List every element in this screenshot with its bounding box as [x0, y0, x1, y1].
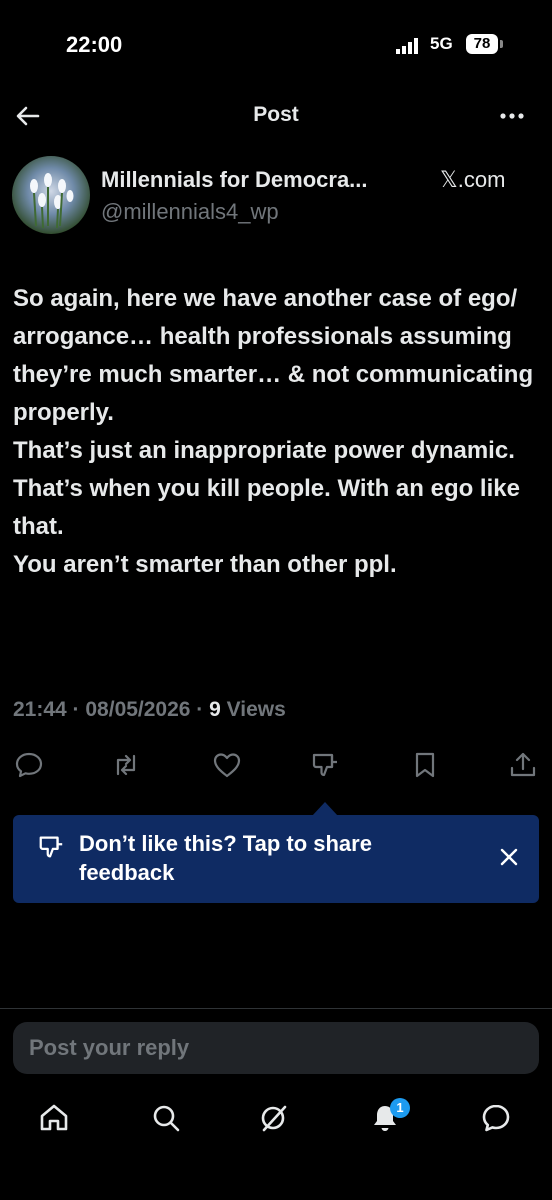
divider [0, 1008, 552, 1009]
messages-icon[interactable] [480, 1102, 512, 1134]
status-bar: 22:00 5G 78 [0, 0, 552, 90]
post-paragraph: So again, here we have another case of e… [13, 285, 534, 426]
more-options-icon[interactable] [498, 102, 526, 130]
post-paragraph: You aren’t smarter than other ppl. [13, 551, 397, 578]
author-handle[interactable]: @millennials4_wp [101, 199, 279, 225]
like-icon[interactable] [212, 750, 242, 780]
page-title: Post [253, 103, 299, 126]
notification-badge: 1 [390, 1098, 410, 1118]
bottom-nav [0, 1090, 552, 1150]
grok-icon[interactable] [258, 1102, 290, 1134]
close-icon[interactable] [499, 847, 519, 867]
network-type: 5G [430, 34, 453, 53]
dislike-icon[interactable] [310, 750, 340, 780]
post-timestamp: 21:44 · 08/05/2026 · [13, 698, 210, 721]
snowdrop-flowers-image [30, 173, 74, 229]
views-label: Views [220, 698, 286, 721]
post-text: So again, here we have another case of e… [13, 280, 541, 584]
share-icon[interactable] [508, 750, 538, 780]
bookmark-icon[interactable] [410, 750, 440, 780]
avatar[interactable] [12, 156, 90, 234]
action-bar [0, 748, 552, 784]
battery-tip [500, 40, 503, 48]
source-label: 𝕏.com [440, 167, 506, 192]
repost-icon[interactable] [111, 750, 141, 780]
top-header: Post [0, 90, 552, 142]
feedback-banner[interactable]: Don’t like this? Tap to share feedback [13, 815, 539, 903]
signal-icon [396, 38, 418, 54]
battery-icon: 78 [466, 34, 498, 54]
feedback-text[interactable]: Don’t like this? Tap to share feedback [79, 829, 409, 887]
home-icon[interactable] [38, 1102, 70, 1134]
feedback-pointer [312, 802, 338, 816]
views-count[interactable]: 9 [209, 698, 221, 721]
dislike-icon [39, 836, 63, 858]
post-paragraph: That’s just an inappropriate power dynam… [13, 437, 515, 464]
author-name[interactable]: Millennials for Democra... [101, 167, 368, 193]
post-meta: 21:44 · 08/05/2026 · 9 Views [13, 698, 286, 722]
search-icon[interactable] [150, 1102, 182, 1134]
post-paragraph: That’s when you kill people. With an ego… [13, 475, 520, 540]
reply-placeholder: Post your reply [29, 1035, 190, 1060]
reply-input[interactable]: Post your reply [13, 1022, 539, 1074]
status-time: 22:00 [66, 32, 123, 57]
reply-icon[interactable] [14, 750, 44, 780]
